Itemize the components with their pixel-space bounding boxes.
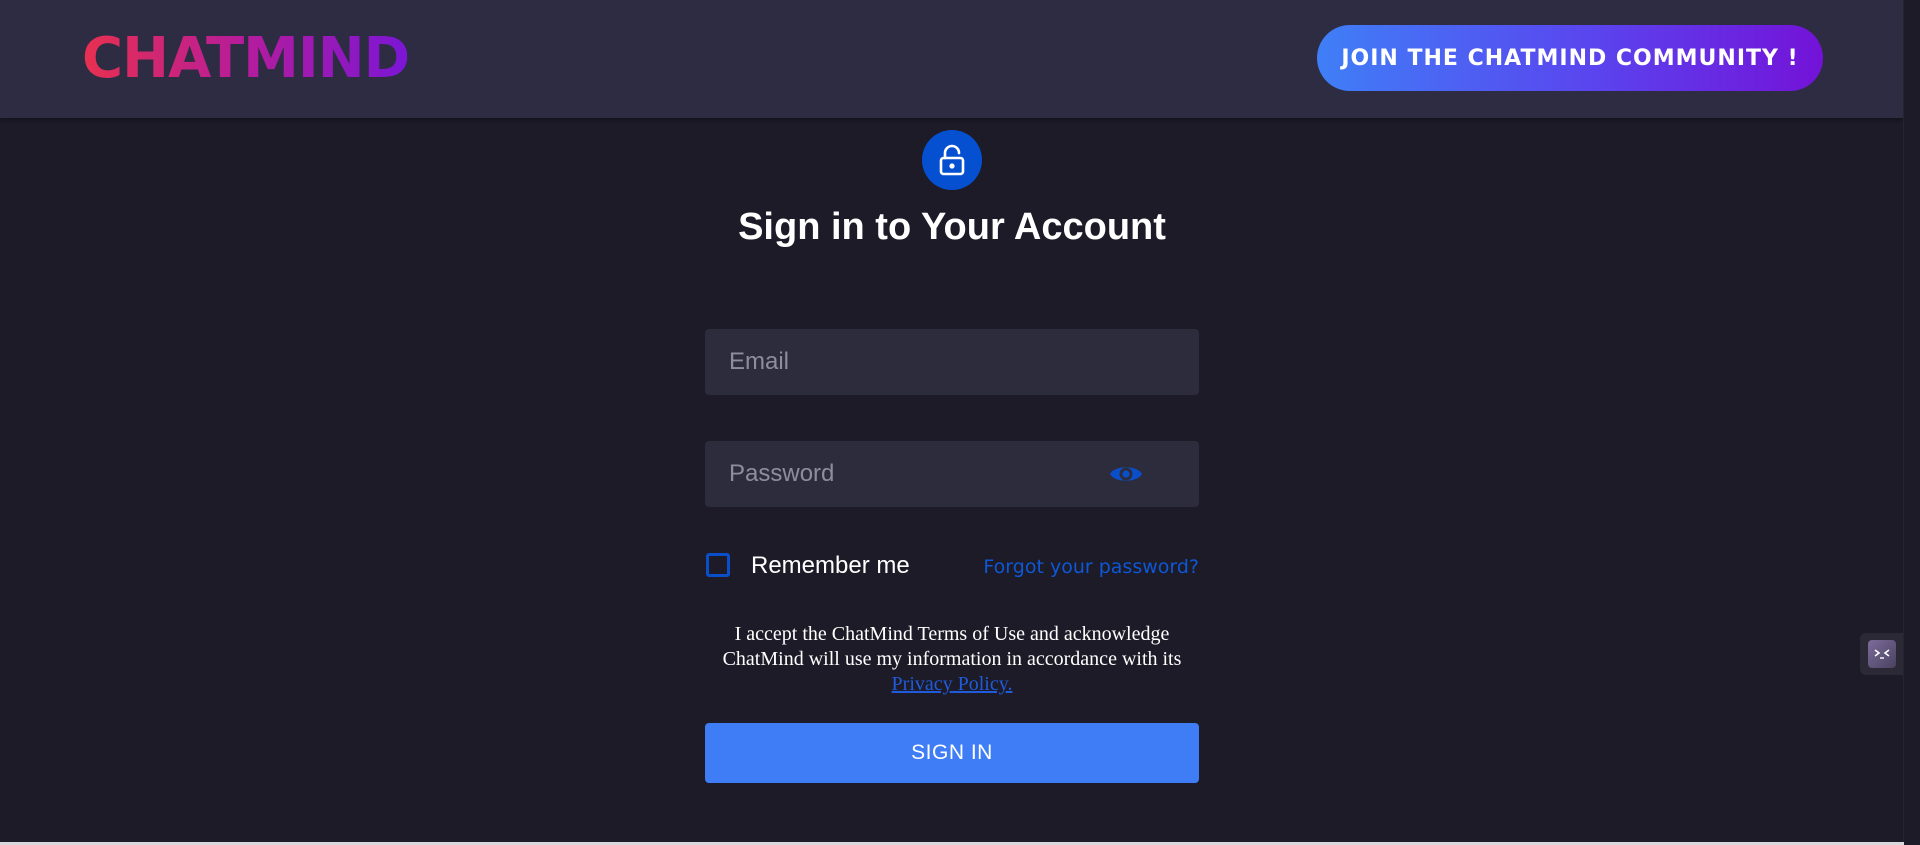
eye-glyph: [1110, 467, 1142, 481]
remember-me-label[interactable]: Remember me: [751, 550, 910, 582]
forgot-password-link[interactable]: Forgot your password?: [983, 553, 1199, 581]
top-header: CHATMIND JOIN THE CHATMIND COMMUNITY !: [0, 0, 1904, 118]
sign-in-page: CHATMIND JOIN THE CHATMIND COMMUNITY ! S…: [0, 0, 1920, 845]
unlocked-padlock-glyph: [939, 144, 965, 176]
assistant-widget-icon: [1868, 640, 1896, 668]
assistant-widget-button[interactable]: [1860, 633, 1904, 675]
join-community-button[interactable]: JOIN THE CHATMIND COMMUNITY !: [1317, 25, 1823, 91]
terms-text: I accept the ChatMind Terms of Use and a…: [705, 622, 1199, 697]
email-input[interactable]: [705, 329, 1199, 395]
privacy-policy-link[interactable]: Privacy Policy.: [892, 673, 1013, 695]
page-title: Sign in to Your Account: [738, 206, 1166, 248]
chatmind-logo[interactable]: CHATMIND: [82, 26, 410, 92]
remember-me-row: Remember me Forgot your password?: [705, 550, 1199, 584]
vertical-scrollbar[interactable]: [1903, 0, 1920, 845]
assistant-face-glyph: [1874, 649, 1890, 659]
sign-in-button[interactable]: SIGN IN: [705, 723, 1199, 783]
email-field-container: [705, 329, 1199, 395]
password-field-container: [705, 441, 1199, 507]
unlocked-padlock-icon: [922, 130, 982, 190]
terms-body: I accept the ChatMind Terms of Use and a…: [722, 623, 1182, 670]
eye-icon[interactable]: [1109, 458, 1143, 490]
remember-me-checkbox[interactable]: [706, 553, 730, 577]
